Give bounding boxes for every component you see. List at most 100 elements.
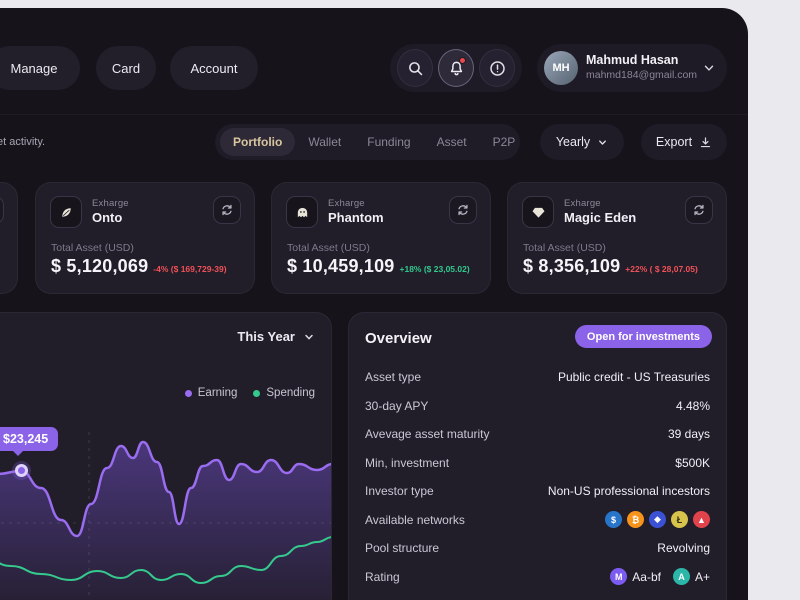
legend-spending[interactable]: Spending — [253, 387, 315, 399]
chevron-down-icon — [305, 334, 313, 339]
legend-earning[interactable]: Earning — [184, 387, 238, 399]
chart-point-marker — [15, 464, 28, 477]
profile-menu[interactable]: MH Mahmud Hasan mahmd184@gmail.com — [537, 44, 727, 92]
nav-manage-label: Manage — [10, 60, 58, 76]
row-label: Available networks — [365, 512, 465, 527]
tab-wallet-label: Wallet — [308, 135, 342, 149]
search-button[interactable] — [397, 49, 433, 87]
legend-earning-label: Earning — [197, 387, 238, 399]
tab-wallet[interactable]: Wallet — [295, 128, 354, 156]
asset-card-onto: Exharge Onto Total Asset (USD) $ 5,120,0… — [35, 182, 255, 294]
period-select[interactable]: Yearly — [540, 124, 624, 160]
refresh-button[interactable] — [0, 196, 4, 224]
refresh-icon — [694, 204, 704, 216]
row-value: 4.48% — [675, 398, 710, 413]
alert-icon — [489, 60, 505, 76]
line-chart — [0, 432, 331, 600]
total-asset-amount: $ 5,120,069 — [51, 256, 149, 276]
asset-card-magic-eden: Exharge Magic Eden Total Asset (USD) $ 8… — [507, 182, 727, 294]
leaf-icon — [61, 207, 71, 217]
moodys-rating-label: Aa-bf — [632, 569, 661, 584]
overview-rows: Asset type Public credit - US Treasuries… — [365, 363, 710, 591]
card-wallet-name: Magic Eden — [564, 210, 637, 225]
chevron-down-icon — [704, 65, 714, 71]
row-value: 39 days — [667, 427, 710, 442]
investment-status-badge: Open for investments — [574, 325, 712, 348]
chart-period-label: This Year — [237, 329, 295, 344]
notifications-button[interactable] — [438, 49, 474, 87]
legend-spending-label: Spending — [266, 387, 315, 399]
total-asset-label: Total Asset (USD) — [51, 242, 134, 254]
overview-row-min-investment: Min, investment $500K — [365, 449, 710, 478]
asset-change: +22% ( $ 28,07.05) — [625, 264, 698, 274]
card-brand: Exharge — [564, 198, 601, 209]
row-label: Investor type — [365, 484, 434, 499]
refresh-button[interactable] — [449, 196, 477, 224]
earning-dot — [184, 389, 192, 397]
spending-dot — [253, 389, 261, 397]
chart-period-select[interactable]: This Year — [237, 329, 315, 344]
earning-area — [0, 442, 331, 600]
earnings-chart-panel: This Year Earning Spending $23,245 — [0, 312, 332, 600]
row-label: Asset type — [365, 370, 422, 385]
nav-manage-button[interactable]: Manage — [0, 46, 80, 90]
section-tabs: Portfolio Wallet Funding Asset P2P — [215, 124, 520, 160]
secondary-rating: A A+ — [672, 568, 710, 586]
moodys-rating: M Aa-bf — [610, 568, 661, 586]
alerts-button[interactable] — [479, 49, 515, 87]
page-background: Manage Card Account MH Mahmud Hasan mahm… — [0, 0, 800, 600]
avatar: MH — [544, 51, 578, 85]
header-icon-group — [390, 44, 522, 92]
total-asset-label: Total Asset (USD) — [287, 242, 370, 254]
bitcoin-icon: ₿ — [627, 511, 644, 529]
chevron-down-icon — [599, 139, 607, 145]
dashboard-window: Manage Card Account MH Mahmud Hasan mahm… — [0, 8, 748, 600]
ghost-icon — [297, 207, 307, 217]
litecoin-icon: Ł — [671, 511, 688, 529]
overview-row-investor-type: Investor type Non-US professional incest… — [365, 477, 710, 506]
overview-row-rating: Rating M Aa-bf A A+ — [365, 563, 710, 592]
tab-portfolio-label: Portfolio — [233, 135, 283, 149]
notification-dot — [459, 57, 466, 64]
row-value: Public credit - US Treasuries — [557, 370, 710, 385]
row-value: Revolving — [657, 541, 710, 556]
total-asset-label: Total Asset (USD) — [523, 242, 606, 254]
row-label: Min, investment — [365, 455, 450, 470]
moodys-icon: M — [610, 568, 628, 586]
wallet-logo-onto — [50, 196, 82, 228]
rating-badges: M Aa-bf A A+ — [610, 568, 710, 586]
refresh-button[interactable] — [685, 196, 713, 224]
secondary-rating-label: A+ — [694, 569, 710, 584]
gem-icon — [532, 207, 544, 218]
asset-change: -4% ($ 169,729-39) — [153, 264, 227, 274]
total-asset-amount: $ 10,459,109 — [287, 256, 395, 276]
profile-name: Mahmud Hasan — [586, 53, 679, 67]
header-divider — [0, 114, 748, 115]
row-value: $500K — [675, 455, 710, 470]
export-button[interactable]: Export — [641, 124, 727, 160]
nav-account-button[interactable]: Account — [170, 46, 258, 90]
network-icons: $ ₿ ◆ Ł ▲ — [605, 511, 710, 529]
tab-funding[interactable]: Funding — [354, 128, 423, 156]
card-brand: Exharge — [92, 198, 129, 209]
wallet-logo-magic-eden — [522, 196, 554, 228]
card-wallet-name: Onto — [92, 210, 123, 225]
nav-card-button[interactable]: Card — [96, 46, 156, 90]
tab-asset-label: Asset — [436, 135, 467, 149]
tab-portfolio[interactable]: Portfolio — [220, 128, 296, 156]
profile-email: mahmd184@gmail.com — [586, 69, 698, 81]
refresh-button[interactable] — [213, 196, 241, 224]
asset-change: +18% ($ 23,05.02) — [399, 264, 470, 274]
row-label: Avevage asset maturity — [365, 427, 490, 442]
download-icon — [701, 136, 711, 147]
total-asset-amount: $ 8,356,109 — [523, 256, 621, 276]
nav-account-label: Account — [190, 60, 238, 76]
overview-row-networks: Available networks $ ₿ ◆ Ł ▲ — [365, 506, 710, 535]
tab-asset[interactable]: Asset — [424, 128, 480, 156]
overview-row-apy: 30-day APY 4.48% — [365, 392, 710, 421]
search-icon — [408, 61, 422, 75]
asset-card-partial — [0, 182, 18, 294]
tab-funding-label: Funding — [367, 135, 411, 149]
tab-p2p[interactable]: P2P — [480, 128, 529, 156]
ethereum-icon: ◆ — [649, 511, 666, 529]
